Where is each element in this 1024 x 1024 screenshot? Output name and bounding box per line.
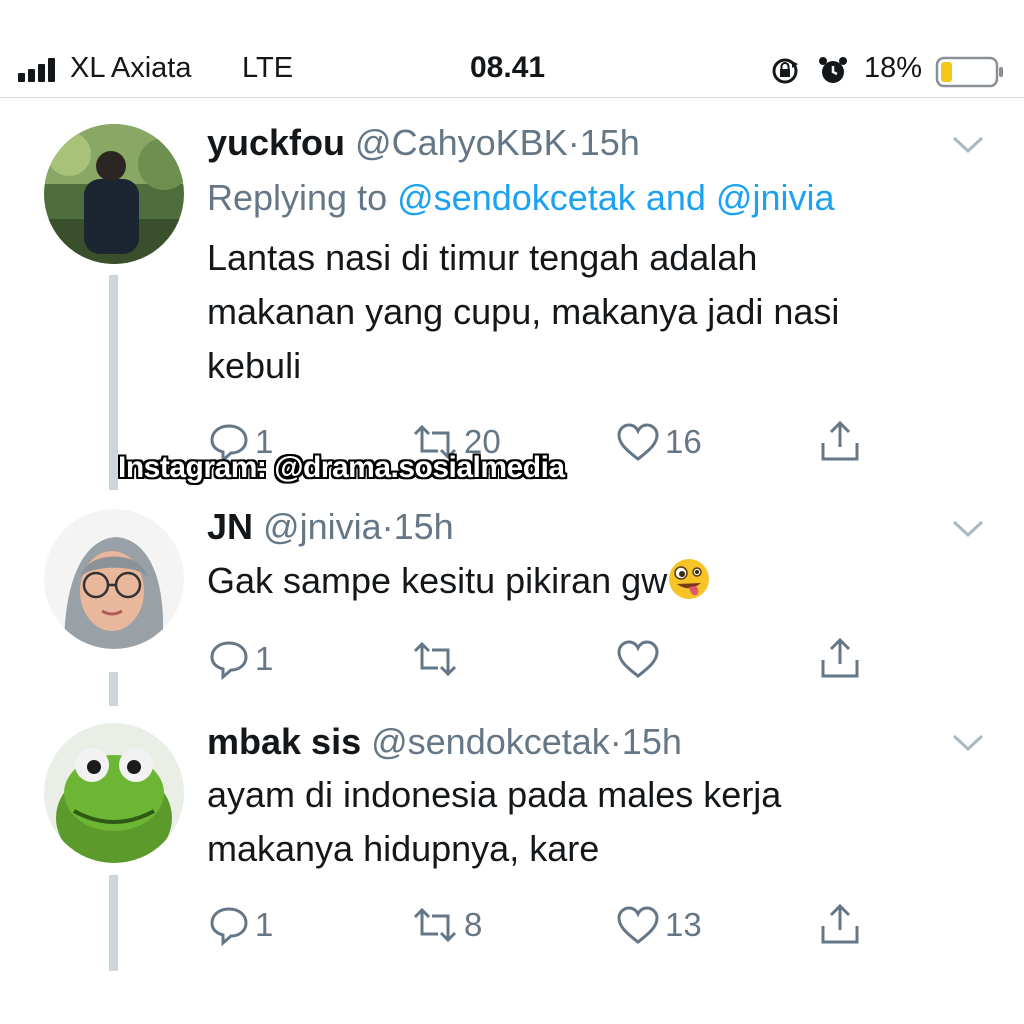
like-button[interactable]: 13 [615,900,702,950]
like-count: 13 [665,906,702,943]
tweet-text-line: kebuli [207,345,302,386]
tweet-text: ayam di indonesia pada males kerja makan… [207,768,967,876]
separator-dot: · [381,506,394,547]
tweet-text-line: makanan yang cupu, makanya jadi nasi [207,291,840,332]
share-button[interactable] [817,900,863,950]
tweet-text-line: ayam di indonesia pada males kerja [207,774,782,815]
reply-count: 1 [255,640,274,677]
share-button[interactable] [817,634,863,684]
avatar[interactable] [44,124,184,264]
retweet-count: 8 [464,906,483,943]
reply-button[interactable]: 1 [207,634,273,684]
tweet-actions: 1 [207,634,927,684]
retweet-icon [413,907,457,943]
display-name[interactable]: yuckfou [207,122,345,163]
reply-mention[interactable]: @jnivia [716,177,835,218]
avatar[interactable] [44,509,184,649]
tweet-text: Gak sampe kesitu pikiran gw [207,554,967,608]
user-handle[interactable]: @CahyoKBK [355,122,568,163]
tweet-header: yuckfou @CahyoKBK·15h [207,122,640,164]
reply-icon [210,641,248,681]
replying-to: Replying to @sendokcetak and @jnivia [207,177,835,219]
reply-prefix: Replying to [207,177,388,218]
display-name[interactable]: JN [207,506,253,547]
tweet-time[interactable]: 15h [580,122,640,163]
thread-line [109,275,118,490]
like-count: 16 [665,423,702,460]
heart-icon [617,423,659,461]
tweet-time[interactable]: 15h [622,721,682,762]
tweet-text-line: makanya hidupnya, kare [207,828,600,869]
tweet-header: JN @jnivia·15h [207,506,454,548]
share-button[interactable] [817,417,863,467]
reply-and: and [645,177,706,218]
tweet-time[interactable]: 15h [394,506,454,547]
tweet-actions: 1 8 13 [207,900,927,950]
reply-count: 1 [255,906,274,943]
reply-mention[interactable]: @sendokcetak [397,177,636,218]
retweet-icon [413,641,457,677]
share-icon [821,903,859,944]
separator-dot: · [609,721,622,762]
tweet-text: Lantas nasi di timur tengah adalah makan… [207,231,967,393]
tweet-text-line: Gak sampe kesitu pikiran gw [207,560,668,601]
tweet-header: mbak sis @sendokcetak·15h [207,721,682,763]
like-button[interactable]: 16 [615,417,702,467]
like-button[interactable] [615,634,665,684]
share-icon [821,637,859,678]
display-name[interactable]: mbak sis [207,721,361,762]
tweet-1[interactable]: yuckfou @CahyoKBK·15h Replying to @sendo… [0,0,1024,500]
thread-line [109,672,118,706]
chevron-down-icon[interactable] [950,516,986,540]
share-icon [821,420,859,461]
tweet-text-line: Lantas nasi di timur tengah adalah [207,237,758,278]
user-handle[interactable]: @sendokcetak [371,721,610,762]
reply-button[interactable]: 1 [207,900,273,950]
chevron-down-icon[interactable] [950,730,986,754]
heart-icon [617,906,659,944]
retweet-button[interactable] [410,634,464,684]
user-handle[interactable]: @jnivia [263,506,382,547]
retweet-button[interactable]: 8 [410,900,482,950]
reply-icon [210,907,248,947]
separator-dot: · [567,122,580,163]
thread-line [109,875,118,971]
heart-icon [617,640,659,678]
zany-face-emoji [669,559,710,599]
chevron-down-icon[interactable] [950,132,986,156]
watermark: Instagram: @drama.sosialmedia [118,451,565,484]
avatar[interactable] [44,723,184,863]
